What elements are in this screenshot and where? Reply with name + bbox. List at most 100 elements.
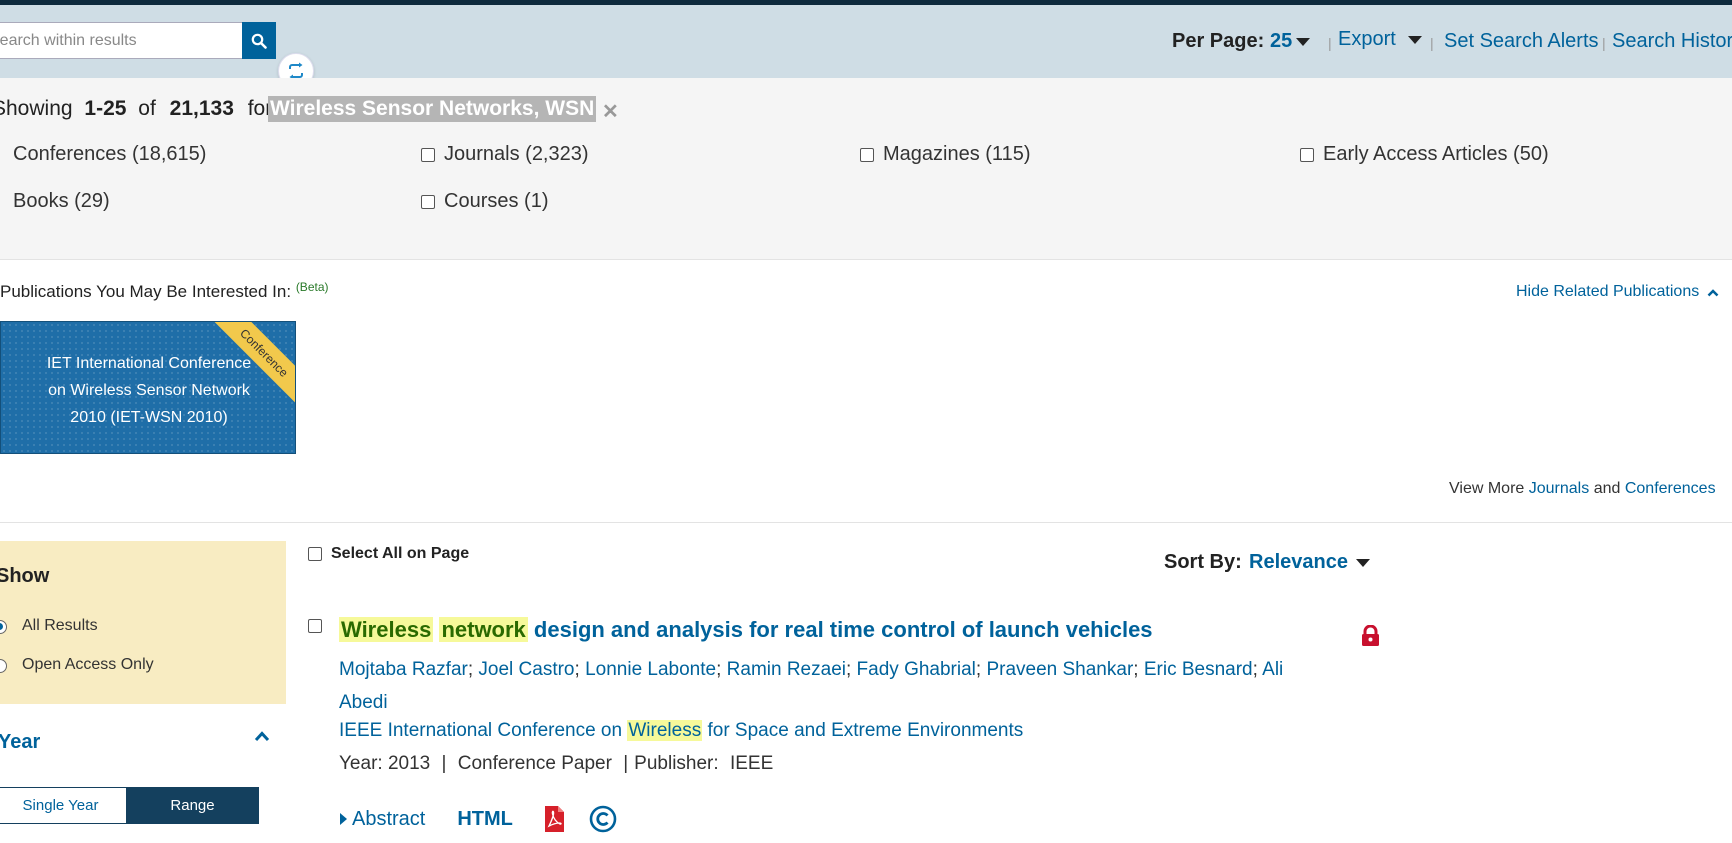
per-page-label: Per Page: xyxy=(1172,30,1265,52)
sort-by-dropdown[interactable]: Relevance xyxy=(1249,551,1370,574)
tab-range[interactable]: Range xyxy=(127,788,258,823)
html-link[interactable]: HTML xyxy=(457,808,513,831)
author-link[interactable]: Praveen Shankar xyxy=(986,659,1133,680)
author-link[interactable]: Eric Besnard xyxy=(1144,659,1253,680)
separator: | xyxy=(1328,35,1332,51)
filter-early-access[interactable]: Early Access Articles (50) xyxy=(1300,143,1549,166)
query-tag: Wireless Sensor Networks, WSN xyxy=(268,96,597,122)
abstract-toggle[interactable]: Abstract xyxy=(340,808,425,831)
filter-label: Conferences (18,615) xyxy=(13,143,207,165)
show-filter-panel: Show All Results Open Access Only xyxy=(0,541,286,704)
search-button[interactable] xyxy=(242,22,276,59)
view-more: View More Journals and Conferences xyxy=(1449,480,1716,498)
result-authors: Mojtaba Razfar; Joel Castro; Lonnie Labo… xyxy=(339,659,1284,713)
checkbox[interactable] xyxy=(308,547,322,561)
lock-icon xyxy=(1362,625,1379,646)
filter-label: Courses (1) xyxy=(444,190,549,212)
per-page-value: 25 xyxy=(1270,30,1293,52)
caret-right-icon xyxy=(340,813,347,825)
result-checkbox[interactable] xyxy=(308,619,322,633)
all-results-radio[interactable] xyxy=(0,620,7,634)
checkbox[interactable] xyxy=(421,194,435,209)
abstract-label: Abstract xyxy=(352,807,426,830)
filter-label: Magazines (115) xyxy=(883,143,1031,165)
related-publications-heading: Publications You May Be Interested In: (… xyxy=(0,280,329,302)
publisher-value: IEEE xyxy=(729,753,774,774)
author-link[interactable]: Ramin Rezaei xyxy=(727,659,846,680)
copyright-icon[interactable] xyxy=(589,805,617,833)
result-venue-link[interactable]: IEEE International Conference on Wireles… xyxy=(339,720,1023,742)
divider xyxy=(0,522,1732,523)
per-page-dropdown[interactable]: 25 xyxy=(1270,30,1311,53)
related-title: Publications You May Be Interested In: xyxy=(0,282,292,301)
filter-label: Journals (2,323) xyxy=(444,143,589,165)
set-search-alerts-link[interactable]: Set Search Alerts xyxy=(1444,30,1599,53)
select-all-label: Select All on Page xyxy=(331,545,470,562)
pdf-icon[interactable] xyxy=(543,805,565,833)
venue-highlight: Wireless xyxy=(627,720,703,741)
author-link[interactable]: Mojtaba Razfar xyxy=(339,659,468,680)
search-within-input[interactable]: Search within results xyxy=(0,22,242,59)
export-dropdown[interactable]: Export xyxy=(1338,28,1422,51)
card-line: on Wireless Sensor Network xyxy=(48,382,250,399)
search-within-placeholder: Search within results xyxy=(0,32,137,49)
checkbox[interactable] xyxy=(1300,147,1314,162)
filter-conferences[interactable]: Conferences (18,615) xyxy=(0,143,206,166)
caret-down-icon xyxy=(1296,37,1311,46)
year-value: 2013 xyxy=(387,753,431,774)
venue-text: IEEE International Conference on xyxy=(339,720,623,741)
separator: | xyxy=(1602,35,1606,51)
venue-text: for Space and Extreme Environments xyxy=(707,720,1024,741)
caret-down-icon xyxy=(1407,35,1422,44)
author-link[interactable]: Lonnie Labonte xyxy=(585,659,716,680)
view-more-journals-link[interactable]: Journals xyxy=(1529,480,1589,497)
filter-journals[interactable]: Journals (2,323) xyxy=(421,143,589,166)
filter-label: Early Access Articles (50) xyxy=(1323,143,1549,165)
content-type: Conference Paper xyxy=(457,753,612,774)
card-title: IET International Conference on Wireless… xyxy=(1,350,295,431)
checkbox[interactable] xyxy=(421,147,435,162)
card-line: 2010 (IET-WSN 2010) xyxy=(70,409,228,426)
caret-down-icon xyxy=(1355,558,1370,567)
open-access-label[interactable]: Open Access Only xyxy=(22,656,154,674)
title-rest: design and analysis for real time contro… xyxy=(533,617,1153,642)
sort-by-label: Sort By: xyxy=(1164,551,1242,573)
result-title-link[interactable]: Wireless network design and analysis for… xyxy=(339,617,1153,643)
tab-single-year[interactable]: Single Year xyxy=(0,788,127,823)
all-results-label[interactable]: All Results xyxy=(22,617,98,635)
year-heading[interactable]: Year xyxy=(0,731,40,754)
author-link[interactable]: Joel Castro xyxy=(478,659,574,680)
open-access-radio[interactable] xyxy=(0,659,7,673)
show-heading: Show xyxy=(0,565,50,587)
filter-label: Books (29) xyxy=(13,190,110,212)
select-all-on-page[interactable]: Select All on Page xyxy=(308,545,469,563)
search-history-link[interactable]: Search History xyxy=(1612,30,1732,53)
chevron-up-icon[interactable] xyxy=(254,730,270,742)
title-highlight: network xyxy=(439,617,528,642)
hide-related-button[interactable]: Hide Related Publications xyxy=(1516,283,1719,301)
hide-related-label: Hide Related Publications xyxy=(1516,283,1700,300)
filter-books[interactable]: Books (29) xyxy=(0,190,110,213)
remove-query-icon[interactable]: ✕ xyxy=(602,99,619,124)
view-more-conferences-link[interactable]: Conferences xyxy=(1625,480,1716,497)
filter-courses[interactable]: Courses (1) xyxy=(421,190,548,213)
results-count: Showing 1-25 of 21,133 for xyxy=(0,97,272,121)
checkbox[interactable] xyxy=(860,147,874,162)
chevron-up-icon xyxy=(1707,288,1719,296)
search-icon xyxy=(251,33,267,49)
year-label: Year: xyxy=(339,753,383,774)
results-total: 21,133 xyxy=(169,97,234,120)
result-actions: Abstract HTML xyxy=(340,805,617,833)
and-label: and xyxy=(1593,480,1621,497)
filter-magazines[interactable]: Magazines (115) xyxy=(860,143,1030,166)
author-link[interactable]: Fady Ghabrial xyxy=(857,659,976,680)
year-mode-tabs: Single Year Range xyxy=(0,787,259,824)
separator: | xyxy=(1430,35,1434,51)
of-label: of xyxy=(138,97,156,120)
result-meta: Year: 2013 | Conference Paper | Publisher… xyxy=(339,753,774,774)
sort-by-value: Relevance xyxy=(1249,551,1348,573)
publisher-label: Publisher: xyxy=(634,753,719,774)
view-more-label: View More xyxy=(1449,480,1525,497)
related-publication-card[interactable]: IET International Conference on Wireless… xyxy=(0,321,296,454)
title-highlight: Wireless xyxy=(339,617,434,642)
